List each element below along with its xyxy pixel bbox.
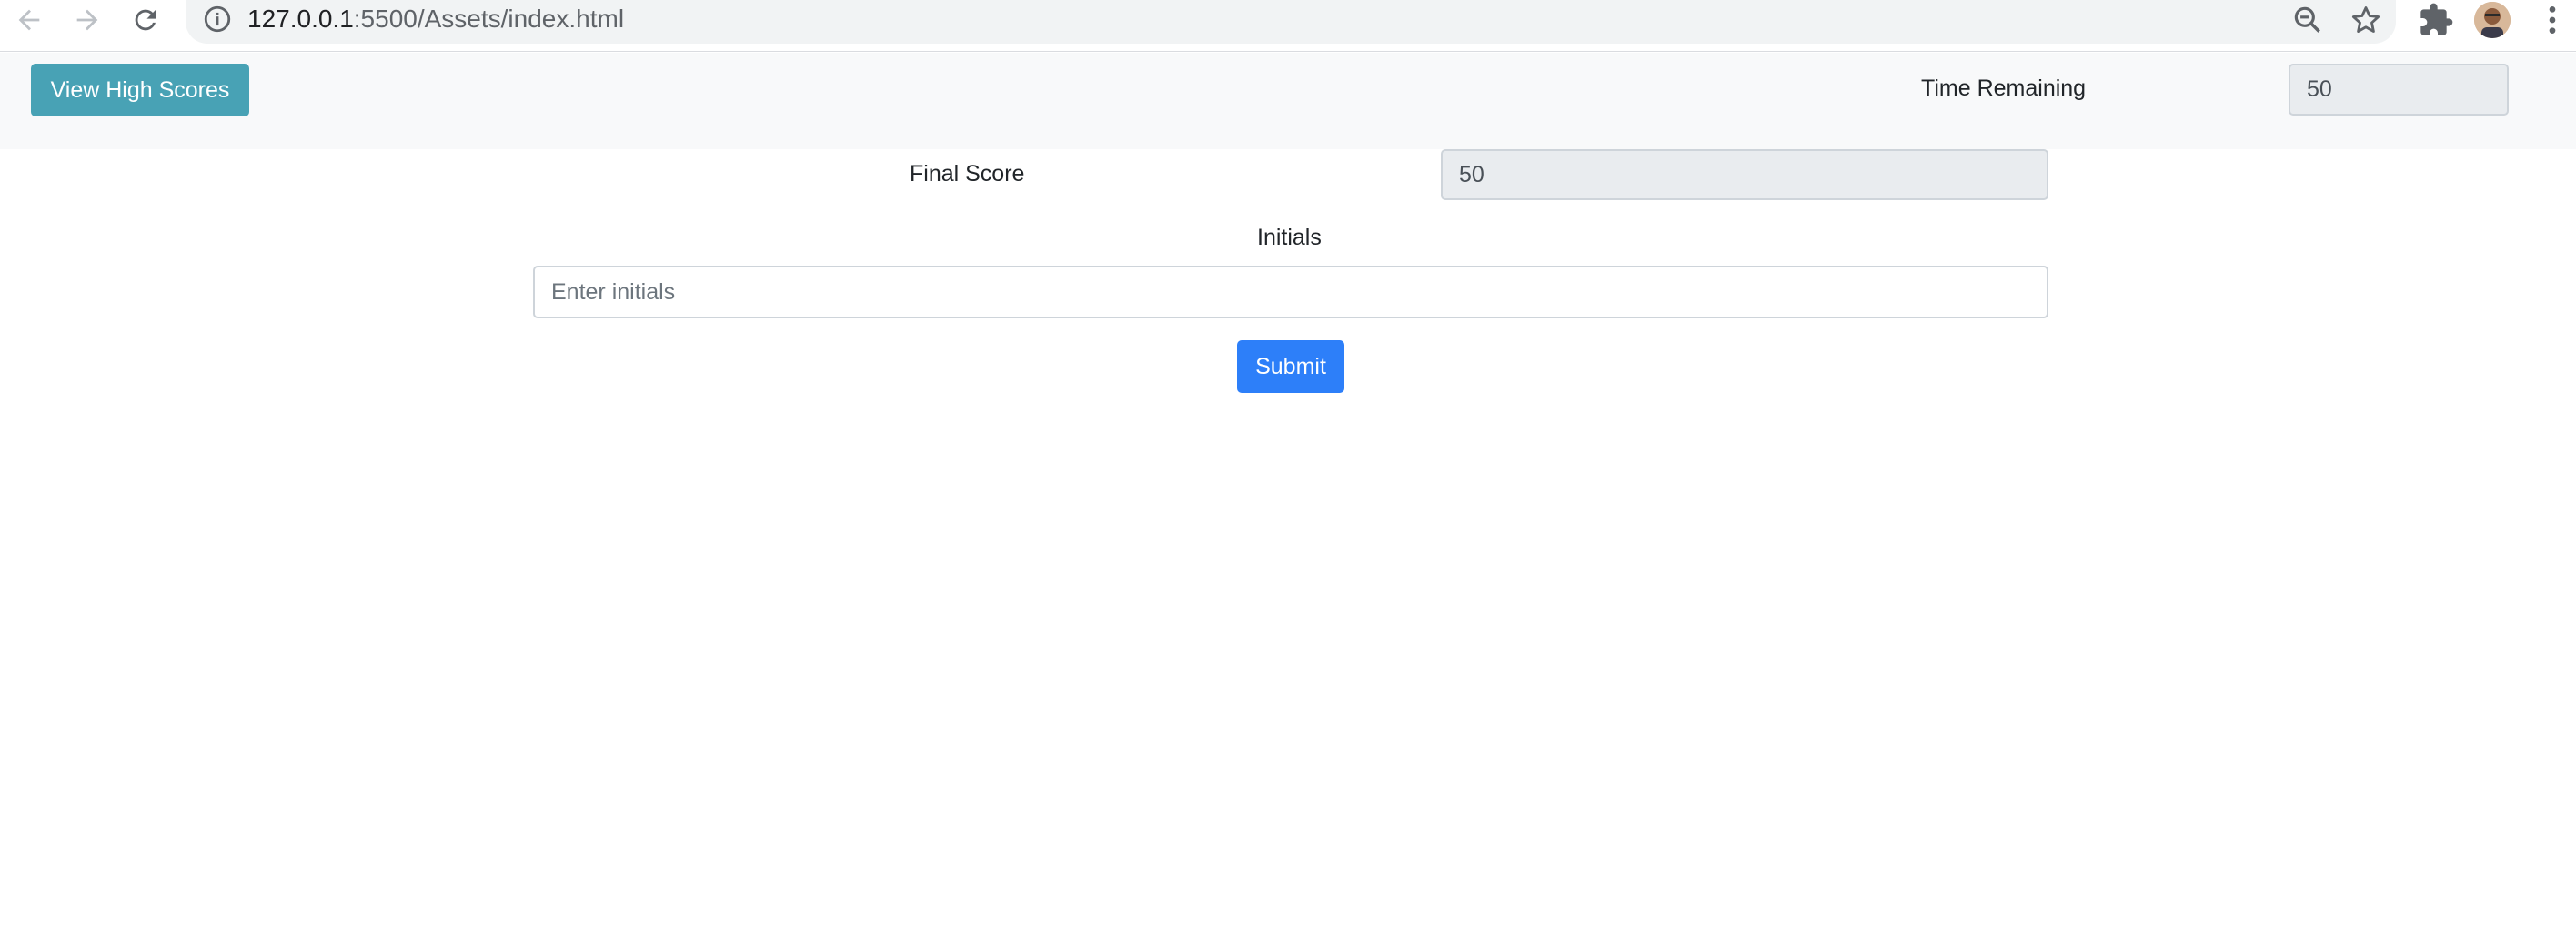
- url-text[interactable]: 127.0.0.1:5500/Assets/index.html: [247, 4, 624, 35]
- reload-icon: [135, 9, 156, 31]
- time-remaining-field: 50: [2289, 64, 2509, 116]
- time-remaining-label: Time Remaining: [1921, 76, 2087, 101]
- forward-button[interactable]: [64, 0, 111, 40]
- page-navbar: View High Scores Time Remaining 50: [0, 53, 2576, 149]
- url-host: 127.0.0.1: [247, 5, 354, 33]
- view-high-scores-button[interactable]: View High Scores: [31, 64, 249, 116]
- extensions-icon[interactable]: [2418, 2, 2454, 38]
- final-score-label: Final Score: [910, 161, 1025, 186]
- initials-label: Initials: [1257, 225, 1322, 250]
- reload-button[interactable]: [122, 0, 169, 40]
- browser-toolbar: 127.0.0.1:5500/Assets/index.html: [0, 0, 2576, 52]
- zoom-icon[interactable]: [2290, 3, 2325, 37]
- url-path: :5500/Assets/index.html: [353, 5, 625, 33]
- submit-button[interactable]: Submit: [1237, 340, 1344, 393]
- bookmark-star-icon[interactable]: [2349, 3, 2383, 37]
- back-button[interactable]: [5, 0, 53, 40]
- initials-input[interactable]: [533, 266, 2048, 318]
- forward-arrow-icon: [76, 9, 98, 31]
- avatar[interactable]: [2474, 2, 2511, 38]
- address-bar[interactable]: 127.0.0.1:5500/Assets/index.html: [186, 0, 2396, 44]
- back-arrow-icon: [18, 9, 40, 31]
- info-icon[interactable]: [202, 4, 233, 35]
- final-score-field: 50: [1441, 149, 2048, 200]
- profile-picture-icon: [2474, 2, 2511, 38]
- kebab-menu-icon[interactable]: [2534, 2, 2571, 38]
